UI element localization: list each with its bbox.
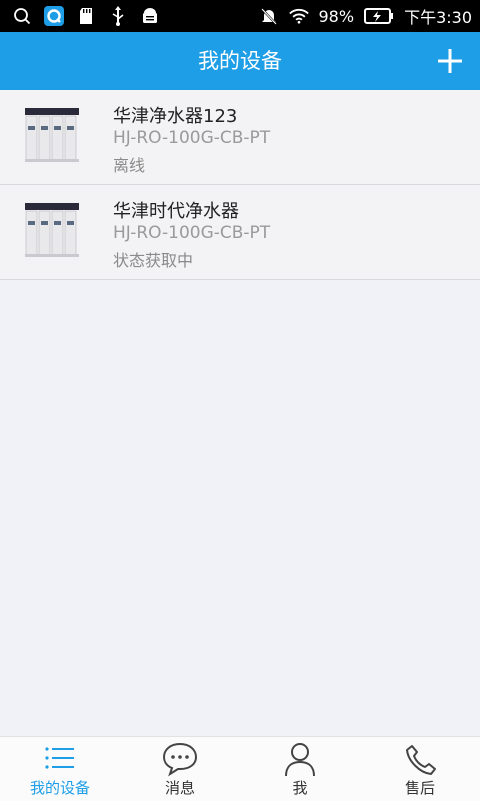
list-icon: [45, 747, 74, 769]
device-model: HJ-RO-100G-CB-PT: [113, 128, 271, 148]
tab-label: 我的设备: [29, 779, 90, 797]
page-title: 我的设备: [198, 49, 282, 73]
tab-after-sales[interactable]: 售后: [360, 737, 480, 801]
plus-icon: [438, 49, 462, 73]
device-model: HJ-RO-100G-CB-PT: [113, 223, 271, 243]
device-item[interactable]: 华津净水器123 HJ-RO-100G-CB-PT 离线: [0, 90, 480, 185]
battery-percent: 98%: [318, 6, 355, 26]
phone-icon: [406, 745, 436, 775]
person-icon: [285, 743, 315, 777]
water-purifier-thumbnail: [22, 201, 82, 261]
tab-label: 消息: [164, 779, 195, 797]
notification-off-icon: [259, 6, 279, 26]
app-bar: 我的设备: [0, 32, 480, 90]
device-name: 华津时代净水器: [113, 201, 239, 222]
water-purifier-thumbnail: [22, 106, 82, 166]
tab-messages[interactable]: 消息: [120, 737, 240, 801]
tab-me[interactable]: 我: [240, 737, 360, 801]
device-status: 离线: [113, 156, 146, 175]
add-device-button[interactable]: [430, 41, 470, 81]
device-name: 华津净水器123: [113, 106, 238, 127]
device-item[interactable]: 华津时代净水器 HJ-RO-100G-CB-PT 状态获取中: [0, 185, 480, 280]
battery-icon: [364, 7, 394, 25]
sd-card-icon: [76, 6, 96, 26]
tab-label: 售后: [404, 779, 435, 797]
device-list: 华津净水器123 HJ-RO-100G-CB-PT 离线 华津时代净水器 HJ-…: [0, 90, 480, 280]
browser-app-icon: [44, 6, 64, 26]
status-bar: 98% 下午3:30: [0, 0, 480, 32]
bottom-tab-bar: 我的设备 消息 我 售后: [0, 736, 480, 801]
chat-bubble-icon: [162, 742, 198, 777]
search-icon: [12, 6, 32, 26]
tab-label: 我: [292, 779, 308, 797]
tab-my-devices[interactable]: 我的设备: [0, 737, 120, 801]
wifi-icon: [288, 6, 309, 26]
usb-icon: [108, 6, 128, 26]
device-status: 状态获取中: [113, 251, 194, 270]
clock: 下午3:30: [404, 8, 472, 27]
android-debug-icon: [140, 6, 160, 26]
